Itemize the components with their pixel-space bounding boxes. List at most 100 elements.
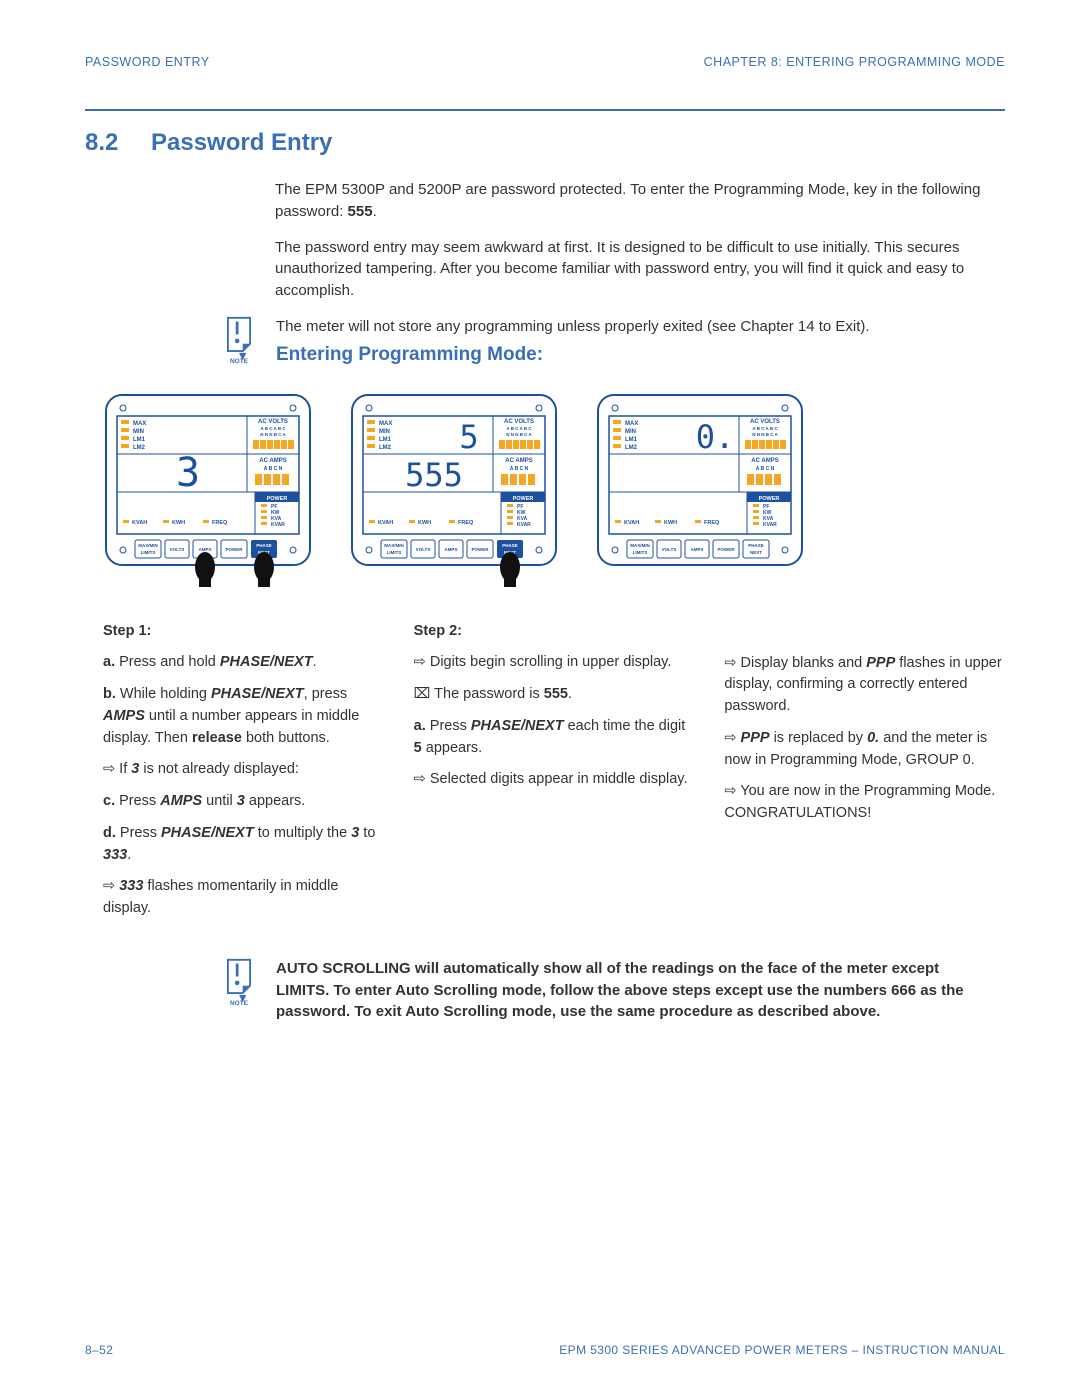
svg-text:MIN: MIN — [625, 429, 636, 435]
header-right: CHAPTER 8: ENTERING PROGRAMMING MODE — [704, 55, 1005, 69]
step1-if3: ⇨ If 3 is not already displayed: — [103, 759, 384, 781]
footer-left: 8–52 — [85, 1343, 113, 1357]
svg-text:A B C N: A B C N — [510, 466, 529, 472]
svg-text:LM2: LM2 — [379, 445, 392, 451]
svg-text:PHASE: PHASE — [256, 543, 272, 548]
section-title: Password Entry — [151, 129, 332, 157]
svg-text:PHASE: PHASE — [502, 543, 518, 548]
step2-label: Step 2: — [414, 621, 695, 643]
svg-text:KVAH: KVAH — [132, 520, 147, 526]
page-footer: 8–52 EPM 5300 SERIES ADVANCED POWER METE… — [85, 1343, 1005, 1357]
header-left: PASSWORD ENTRY — [85, 55, 210, 69]
svg-text:KVAR: KVAR — [271, 522, 285, 528]
svg-text:MIN: MIN — [133, 429, 144, 435]
svg-text:LIMITS: LIMITS — [633, 550, 648, 555]
svg-text:N N N B C A: N N N B C A — [506, 432, 532, 437]
svg-text:FREQ: FREQ — [458, 520, 474, 526]
note-2: NOTE AUTO SCROLLING will automatically s… — [220, 958, 995, 1023]
svg-text:LM2: LM2 — [625, 445, 638, 451]
note-1: NOTE The meter will not store any progra… — [220, 316, 995, 392]
step2-a: a. Press PHASE/NEXT each time the digit … — [414, 716, 695, 760]
svg-text:A B C A B C: A B C A B C — [506, 426, 532, 431]
svg-text:AMPS: AMPS — [198, 547, 211, 552]
svg-text:KWH: KWH — [418, 520, 431, 526]
svg-text:FREQ: FREQ — [704, 520, 720, 526]
svg-text:LIMITS: LIMITS — [387, 550, 402, 555]
svg-text:LM1: LM1 — [625, 437, 638, 443]
meter-diagrams: MAX MIN LM1 LM2 AC VOLTS A B C A B C N N… — [103, 392, 1005, 591]
svg-text:KWH: KWH — [664, 520, 677, 526]
meter-2: MAX MIN LM1 LM2 AC VOLTS A B C A B C N N… — [349, 392, 559, 591]
svg-text:VOLTS: VOLTS — [170, 547, 185, 552]
svg-text:KVAH: KVAH — [624, 520, 639, 526]
step1-b: b. While holding PHASE/NEXT, press AMPS … — [103, 684, 384, 749]
section-heading: 8.2 Password Entry — [85, 129, 1005, 157]
step1-c: c. Press AMPS until 3 appears. — [103, 791, 384, 813]
svg-text:AMPS: AMPS — [690, 547, 703, 552]
section-rule — [85, 109, 1005, 111]
svg-text:POWER: POWER — [759, 496, 780, 502]
svg-text:0.: 0. — [696, 418, 735, 456]
svg-text:VOLTS: VOLTS — [416, 547, 431, 552]
svg-text:POWER: POWER — [471, 547, 489, 552]
intro-block: The EPM 5300P and 5200P are password pro… — [275, 179, 995, 302]
step3-l3: ⇨ You are now in the Programming Mode. C… — [724, 781, 1005, 825]
svg-text:POWER: POWER — [225, 547, 243, 552]
svg-text:LM1: LM1 — [133, 437, 146, 443]
svg-text:MAX: MAX — [625, 421, 638, 427]
footer-right: EPM 5300 SERIES ADVANCED POWER METERS – … — [559, 1343, 1005, 1357]
svg-text:KVAH: KVAH — [378, 520, 393, 526]
svg-text:A B C N: A B C N — [264, 466, 283, 472]
svg-text:LIMITS: LIMITS — [141, 550, 156, 555]
svg-text:A B C A B C: A B C A B C — [260, 426, 286, 431]
svg-text:MIN: MIN — [379, 429, 390, 435]
svg-text:NEXT: NEXT — [750, 550, 762, 555]
steps-row: Step 1: a. Press and hold PHASE/NEXT. b.… — [103, 621, 1005, 930]
svg-text:AC AMPS: AC AMPS — [751, 458, 778, 464]
svg-text:MAX/MIN: MAX/MIN — [384, 543, 404, 548]
svg-text:MAX: MAX — [133, 421, 146, 427]
svg-text:KVAR: KVAR — [517, 522, 531, 528]
svg-text:LM2: LM2 — [133, 445, 146, 451]
svg-text:A B C N: A B C N — [756, 466, 775, 472]
svg-text:KWH: KWH — [172, 520, 185, 526]
svg-text:PHASE: PHASE — [748, 543, 764, 548]
svg-text:MAX: MAX — [379, 421, 392, 427]
step-3: ⇨ Display blanks and PPP flashes in uppe… — [724, 621, 1005, 930]
step3-l2: ⇨ PPP is replaced by 0. and the meter is… — [724, 728, 1005, 772]
step2-l2: ⌧ The password is 555. — [414, 684, 695, 706]
intro-p2: The password entry may seem awkward at f… — [275, 237, 995, 302]
svg-text:A B C A B C: A B C A B C — [752, 426, 778, 431]
svg-text:3: 3 — [176, 450, 200, 496]
step1-a: a. Press and hold PHASE/NEXT. — [103, 652, 384, 674]
note2-text: AUTO SCROLLING will automatically show a… — [276, 958, 995, 1023]
svg-text:AC VOLTS: AC VOLTS — [750, 419, 780, 425]
step1-333: ⇨ 333 flashes momentarily in middle disp… — [103, 876, 384, 920]
step-1: Step 1: a. Press and hold PHASE/NEXT. b.… — [103, 621, 384, 930]
svg-text:MAX/MIN: MAX/MIN — [630, 543, 650, 548]
step3-l1: ⇨ Display blanks and PPP flashes in uppe… — [724, 653, 1005, 718]
meter-1: MAX MIN LM1 LM2 AC VOLTS A B C A B C N N… — [103, 392, 313, 591]
svg-text:555: 555 — [405, 456, 463, 494]
svg-text:AC VOLTS: AC VOLTS — [504, 419, 534, 425]
svg-text:5: 5 — [459, 418, 478, 456]
note-icon: NOTE — [220, 316, 258, 368]
svg-text:N N N B C A: N N N B C A — [752, 432, 778, 437]
svg-text:POWER: POWER — [513, 496, 534, 502]
svg-text:POWER: POWER — [267, 496, 288, 502]
svg-text:AC VOLTS: AC VOLTS — [258, 419, 288, 425]
svg-text:AMPS: AMPS — [444, 547, 457, 552]
svg-text:NOTE: NOTE — [230, 358, 249, 364]
meter-3: MAX MIN LM1 LM2 AC VOLTS A B C A B C N N… — [595, 392, 805, 591]
svg-text:POWER: POWER — [717, 547, 735, 552]
intro-p1: The EPM 5300P and 5200P are password pro… — [275, 179, 995, 223]
svg-text:FREQ: FREQ — [212, 520, 228, 526]
sub-title: Entering Programming Mode: — [276, 344, 995, 366]
svg-text:VOLTS: VOLTS — [662, 547, 677, 552]
svg-text:AC AMPS: AC AMPS — [505, 458, 532, 464]
svg-text:LM1: LM1 — [379, 437, 392, 443]
step2-l1: ⇨ Digits begin scrolling in upper displa… — [414, 652, 695, 674]
note-icon: NOTE — [220, 958, 258, 1010]
svg-text:AC AMPS: AC AMPS — [259, 458, 286, 464]
step-2: Step 2: ⇨ Digits begin scrolling in uppe… — [414, 621, 695, 930]
